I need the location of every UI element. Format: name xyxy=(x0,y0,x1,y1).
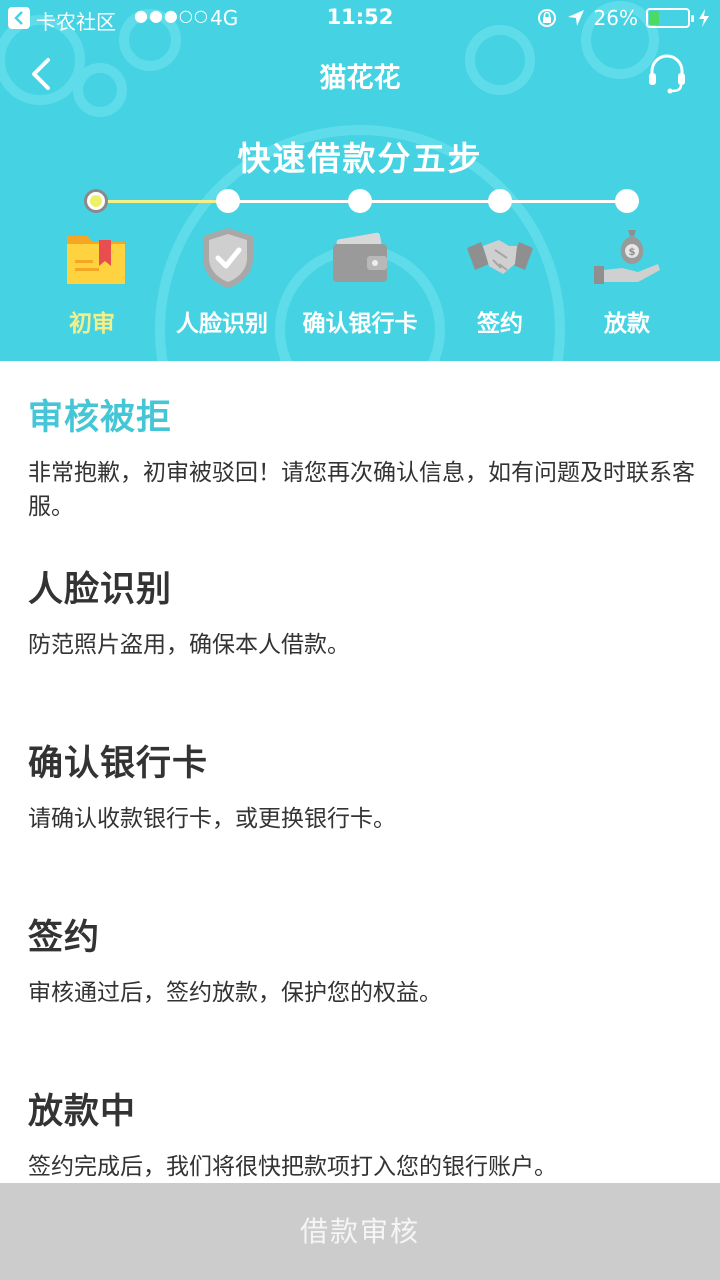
confirm-bank-card-desc: 请确认收款银行卡，或更换银行卡。 xyxy=(28,806,396,832)
confirm-bank-card-title: 确认银行卡 xyxy=(28,744,209,784)
review-status-desc: 非常抱歉，初审被驳回！请您再次确认信息，如有问题及时联系客服。 xyxy=(28,460,695,520)
section-review-rejected: 审核被拒 非常抱歉，初审被驳回！请您再次确认信息，如有问题及时联系客服。 xyxy=(28,389,698,524)
location-arrow-icon xyxy=(567,10,584,26)
section-disbursing: 放款中 签约完成后，我们将很快把款项打入您的银行账户。 xyxy=(28,1083,698,1183)
step-label-3: 确认银行卡 xyxy=(302,311,418,337)
header-hero: 卡农社区 ●●●○○ 4G 11:52 26% 猫花花 快速借款分五步 $ 初审… xyxy=(0,0,720,361)
face-recognition-title: 人脸识别 xyxy=(28,570,173,610)
wallet-icon xyxy=(333,232,387,282)
orientation-lock-icon xyxy=(537,9,556,27)
customer-service-headset-icon[interactable] xyxy=(644,50,690,96)
page-title: 猫花花 xyxy=(319,63,401,94)
sign-contract-desc: 审核通过后，签约放款，保护您的权益。 xyxy=(28,980,442,1006)
loan-review-button[interactable]: 借款审核 xyxy=(0,1183,720,1280)
shield-icon xyxy=(203,228,253,288)
step-dot-5 xyxy=(615,189,639,213)
step-label-2: 人脸识别 xyxy=(176,311,268,337)
step-dot-4 xyxy=(488,189,512,213)
steps-detail-list: 审核被拒 非常抱歉，初审被驳回！请您再次确认信息，如有问题及时联系客服。 人脸识… xyxy=(0,361,720,1183)
battery-percent: 26% xyxy=(593,6,638,30)
step-dot-2 xyxy=(216,189,240,213)
section-sign-contract: 签约 审核通过后，签约放款，保护您的权益。 xyxy=(28,909,698,1010)
steps-title: 快速借款分五步 xyxy=(237,139,483,178)
charging-icon xyxy=(699,9,709,27)
money-bag-hand-icon: $ xyxy=(594,230,660,284)
section-face-recognition: 人脸识别 防范照片盗用，确保本人借款。 xyxy=(28,561,698,662)
disbursing-title: 放款中 xyxy=(28,1092,137,1132)
section-confirm-bank-card: 确认银行卡 请确认收款银行卡，或更换银行卡。 xyxy=(28,735,698,836)
status-right-group: 26% xyxy=(536,4,710,32)
handshake-icon xyxy=(467,240,533,274)
battery-icon xyxy=(646,8,694,28)
progress-completed xyxy=(96,200,228,203)
disbursing-desc: 签约完成后，我们将很快把款项打入您的银行账户。 xyxy=(28,1154,557,1180)
step-dot-1 xyxy=(84,189,108,213)
app-root: 卡农社区 ●●●○○ 4G 11:52 26% 猫花花 快速借款分五步 $ 初审… xyxy=(0,0,720,1280)
face-recognition-desc: 防范照片盗用，确保本人借款。 xyxy=(28,632,350,658)
folder-icon xyxy=(67,236,125,284)
sign-contract-title: 签约 xyxy=(28,918,101,958)
status-bar: 卡农社区 ●●●○○ 4G 11:52 26% xyxy=(0,0,720,36)
svg-text:$: $ xyxy=(629,247,636,258)
nav-bar: 猫花花 xyxy=(0,36,720,112)
review-status-title: 审核被拒 xyxy=(28,398,173,438)
step-dot-3 xyxy=(348,189,372,213)
battery-level xyxy=(649,11,659,25)
step-label-5: 放款 xyxy=(604,311,650,337)
